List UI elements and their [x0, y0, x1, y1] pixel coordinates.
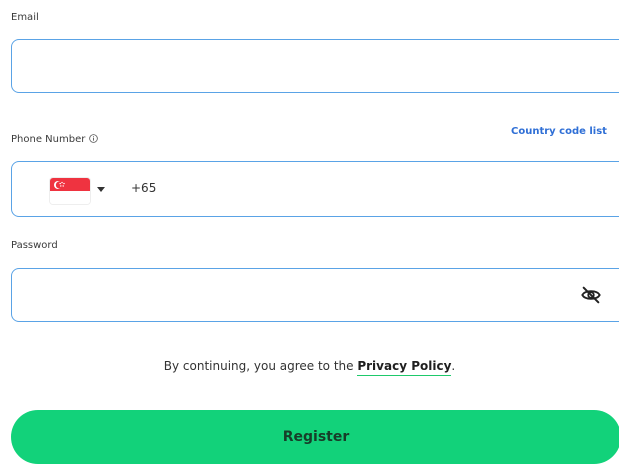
email-label: Email — [11, 12, 39, 23]
email-field-container[interactable] — [11, 39, 619, 93]
phone-field-container: +65 — [11, 161, 619, 217]
dial-code: +65 — [131, 181, 157, 195]
password-label: Password — [11, 240, 58, 251]
chevron-down-icon — [97, 187, 105, 192]
singapore-flag-icon — [50, 178, 90, 204]
privacy-policy-link[interactable]: Privacy Policy — [357, 359, 452, 376]
country-selector[interactable] — [12, 162, 117, 215]
info-icon[interactable] — [89, 134, 99, 143]
phone-label: Phone Number — [11, 134, 99, 145]
eye-slash-icon[interactable] — [580, 284, 602, 306]
consent-prefix: By continuing, you agree to the — [163, 359, 358, 373]
email-input[interactable] — [26, 40, 610, 93]
register-button[interactable]: Register — [11, 410, 619, 464]
privacy-consent-text: By continuing, you agree to the Privacy … — [0, 359, 619, 376]
phone-label-text: Phone Number — [11, 134, 86, 145]
country-code-list-link[interactable]: Country code list — [511, 126, 607, 137]
password-field-container — [11, 268, 619, 322]
register-form: Email Phone Number Country code list +65… — [0, 0, 619, 465]
phone-input[interactable] — [162, 162, 606, 217]
password-input[interactable] — [26, 269, 570, 322]
consent-suffix: . — [451, 359, 456, 373]
